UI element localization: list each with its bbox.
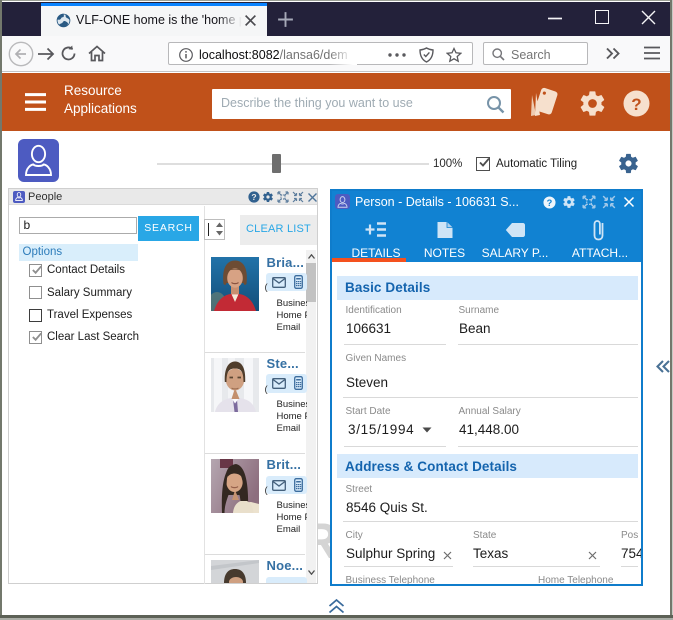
svg-text:?: ?: [547, 197, 553, 207]
svg-text:?: ?: [251, 192, 256, 202]
svg-text:?: ?: [631, 95, 641, 114]
